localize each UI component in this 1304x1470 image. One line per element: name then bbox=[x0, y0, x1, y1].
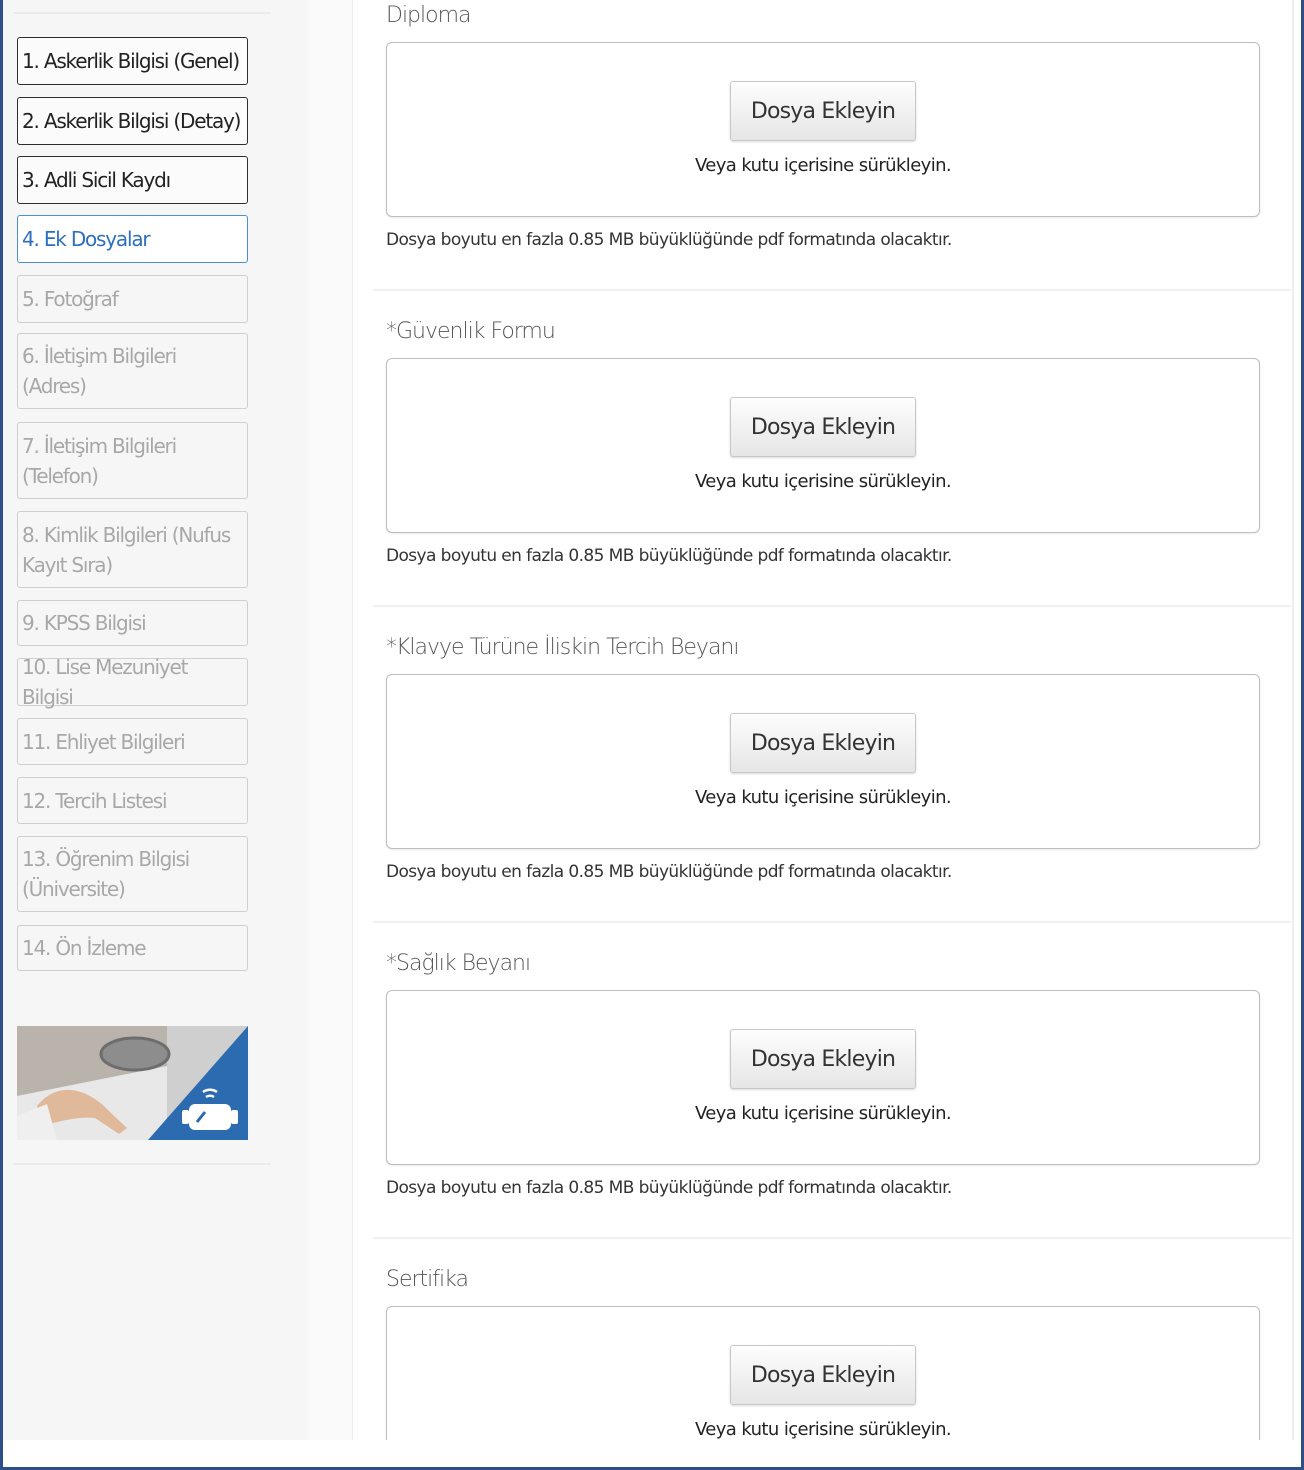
section-divider bbox=[373, 289, 1291, 291]
file-dropzone[interactable]: Dosya Ekleyin Veya kutu içerisine sürükl… bbox=[386, 990, 1260, 1165]
step-12-tercih-listesi: 12. Tercih Listesi bbox=[17, 777, 248, 824]
upload-title: *Klavye Türüne İliskin Tercih Beyanı bbox=[386, 635, 739, 660]
sidebar-divider-top bbox=[13, 12, 271, 14]
step-6-iletisim-adres: 6. İletişim Bilgileri (Adres) bbox=[17, 333, 248, 409]
file-dropzone[interactable]: Dosya Ekleyin Veya kutu içerisine sürükl… bbox=[386, 1306, 1260, 1440]
drag-hint: Veya kutu içerisine sürükleyin. bbox=[694, 1103, 952, 1124]
step-label: 13. Öğrenim Bilgisi (Üniversite) bbox=[22, 847, 190, 901]
vr-headset-icon bbox=[175, 1082, 245, 1140]
upload-title: Sertifika bbox=[386, 1267, 469, 1292]
step-label: 2. Askerlik Bilgisi (Detay) bbox=[22, 109, 241, 133]
step-label: 6. İletişim Bilgileri (Adres) bbox=[22, 344, 177, 398]
step-label: 5. Fotoğraf bbox=[22, 287, 119, 311]
upload-title: *Güvenlik Formu bbox=[386, 319, 556, 344]
step-10-lise-mezuniyet: 10. Lise Mezuniyet Bilgisi bbox=[17, 655, 248, 709]
sidebar-divider-bottom bbox=[13, 1163, 271, 1165]
file-size-note: Dosya boyutu en fazla 0.85 MB büyüklüğün… bbox=[386, 546, 952, 566]
step-label: 9. KPSS Bilgisi bbox=[22, 611, 147, 635]
scrollbar-track[interactable] bbox=[1292, 0, 1294, 1440]
upload-panel: Diploma Dosya Ekleyin Veya kutu içerisin… bbox=[352, 0, 1291, 1440]
file-dropzone[interactable]: Dosya Ekleyin Veya kutu içerisine sürükl… bbox=[386, 358, 1260, 533]
file-dropzone[interactable]: Dosya Ekleyin Veya kutu içerisine sürükl… bbox=[386, 674, 1260, 849]
upload-title: *Sağlık Beyanı bbox=[386, 951, 531, 976]
step-label: 4. Ek Dosyalar bbox=[22, 227, 151, 251]
step-3-adli-sicil[interactable]: 3. Adli Sicil Kaydı bbox=[17, 156, 248, 204]
step-4-ek-dosyalar[interactable]: 4. Ek Dosyalar bbox=[17, 215, 248, 263]
section-divider bbox=[373, 1237, 1291, 1239]
step-label: 7. İletişim Bilgileri (Telefon) bbox=[22, 433, 177, 488]
step-5-fotograf: 5. Fotoğraf bbox=[17, 275, 248, 323]
section-divider bbox=[373, 921, 1291, 923]
file-size-note: Dosya boyutu en fazla 0.85 MB büyüklüğün… bbox=[386, 1178, 952, 1198]
step-label: 3. Adli Sicil Kaydı bbox=[22, 168, 171, 192]
drag-hint: Veya kutu içerisine sürükleyin. bbox=[694, 1419, 952, 1440]
step-7-iletisim-telefon: 7. İletişim Bilgileri (Telefon) bbox=[17, 422, 248, 499]
drag-hint: Veya kutu içerisine sürükleyin. bbox=[694, 155, 952, 176]
file-size-note: Dosya boyutu en fazla 0.85 MB büyüklüğün… bbox=[386, 862, 952, 882]
add-file-button[interactable]: Dosya Ekleyin bbox=[730, 81, 916, 141]
page-viewport: 1. Askerlik Bilgisi (Genel) 2. Askerlik … bbox=[3, 0, 1301, 1440]
file-dropzone[interactable]: Dosya Ekleyin Veya kutu içerisine sürükl… bbox=[386, 42, 1260, 217]
step-label: 14. Ön İzleme bbox=[22, 936, 147, 960]
content-gutter bbox=[308, 0, 352, 1440]
step-1-askerlik-genel[interactable]: 1. Askerlik Bilgisi (Genel) bbox=[17, 37, 248, 85]
step-label: 8. Kimlik Bilgileri (Nufus Kayıt Sıra) bbox=[22, 522, 231, 577]
add-file-button[interactable]: Dosya Ekleyin bbox=[730, 713, 916, 773]
step-2-askerlik-detay[interactable]: 2. Askerlik Bilgisi (Detay) bbox=[17, 97, 248, 145]
file-size-note: Dosya boyutu en fazla 0.85 MB büyüklüğün… bbox=[386, 230, 952, 250]
step-11-ehliyet: 11. Ehliyet Bilgileri bbox=[17, 718, 248, 765]
step-8-kimlik-bilgileri: 8. Kimlik Bilgileri (Nufus Kayıt Sıra) bbox=[17, 511, 248, 588]
step-label: 12. Tercih Listesi bbox=[22, 788, 168, 813]
section-divider bbox=[373, 605, 1291, 607]
steps-sidebar: 1. Askerlik Bilgisi (Genel) 2. Askerlik … bbox=[3, 0, 308, 1440]
step-label: 1. Askerlik Bilgisi (Genel) bbox=[22, 49, 240, 73]
step-9-kpss: 9. KPSS Bilgisi bbox=[17, 600, 248, 646]
step-label: 11. Ehliyet Bilgileri bbox=[22, 729, 186, 754]
drag-hint: Veya kutu içerisine sürükleyin. bbox=[694, 471, 952, 492]
add-file-button[interactable]: Dosya Ekleyin bbox=[730, 1029, 916, 1089]
step-14-on-izleme: 14. Ön İzleme bbox=[17, 925, 248, 971]
promo-banner[interactable] bbox=[17, 1026, 248, 1140]
upload-title: Diploma bbox=[386, 3, 472, 28]
drag-hint: Veya kutu içerisine sürükleyin. bbox=[694, 787, 952, 808]
step-label: 10. Lise Mezuniyet Bilgisi bbox=[22, 655, 188, 709]
add-file-button[interactable]: Dosya Ekleyin bbox=[730, 1345, 916, 1405]
add-file-button[interactable]: Dosya Ekleyin bbox=[730, 397, 916, 457]
step-13-ogrenim-bilgisi: 13. Öğrenim Bilgisi (Üniversite) bbox=[17, 836, 248, 912]
